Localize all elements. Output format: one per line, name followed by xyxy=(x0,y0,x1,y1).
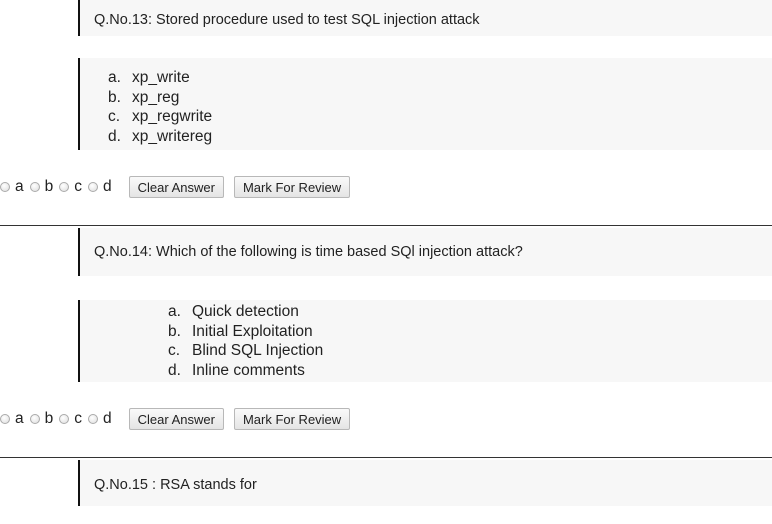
question-14-text: Q.No.14: Which of the following is time … xyxy=(94,244,523,260)
question-14-options: a. Quick detection b. Initial Exploitation… xyxy=(78,300,772,382)
question-13-answer-row: a b c d Clear Answer Mark For Review xyxy=(0,175,351,199)
mark-for-review-button[interactable]: Mark For Review xyxy=(233,408,351,430)
question-15-header: Q.No.15 : RSA stands for xyxy=(78,460,772,506)
radio-d-label: d xyxy=(103,410,112,427)
clear-answer-button[interactable]: Clear Answer xyxy=(128,176,224,198)
option-b: b. xp_reg xyxy=(108,88,180,106)
radio-a[interactable] xyxy=(0,182,10,192)
question-14-header: Q.No.14: Which of the following is time … xyxy=(78,228,772,276)
radio-c[interactable] xyxy=(59,182,70,192)
option-d: d. xp_writereg xyxy=(108,127,213,145)
radio-b-label: b xyxy=(44,178,54,195)
divider xyxy=(0,225,772,226)
question-14-answer-row: a b c d Clear Answer Mark For Review xyxy=(0,407,351,431)
clear-answer-button[interactable]: Clear Answer xyxy=(128,408,224,430)
radio-a[interactable] xyxy=(0,414,10,424)
radio-a-label: a xyxy=(15,410,24,427)
radio-d[interactable] xyxy=(88,182,98,192)
radio-b[interactable] xyxy=(29,414,40,424)
radio-b[interactable] xyxy=(29,182,40,192)
radio-a-label: a xyxy=(15,178,24,195)
radio-c-label: c xyxy=(74,178,82,195)
question-15-text: Q.No.15 : RSA stands for xyxy=(94,477,257,493)
question-13-options: a. xp_write b. xp_reg c. xp_regwrite d. xp_w… xyxy=(78,58,772,150)
radio-c-label: c xyxy=(74,410,82,427)
question-13-header: Q.No.13: Stored procedure used to test S… xyxy=(78,0,772,36)
divider xyxy=(0,457,772,458)
option-b: b. Initial Exploitation xyxy=(168,322,313,340)
radio-c[interactable] xyxy=(59,414,70,424)
option-a: a. Quick detection xyxy=(168,303,299,320)
option-d: d. Inline comments xyxy=(168,361,305,379)
option-a: a. xp_write xyxy=(108,69,190,86)
radio-d[interactable] xyxy=(88,414,98,424)
radio-d-label: d xyxy=(103,178,112,195)
question-13-text: Q.No.13: Stored procedure used to test S… xyxy=(94,12,480,28)
option-c: c. Blind SQL Injection xyxy=(168,342,324,359)
option-c: c. xp_regwrite xyxy=(108,108,213,125)
mark-for-review-button[interactable]: Mark For Review xyxy=(233,176,351,198)
radio-b-label: b xyxy=(44,410,54,427)
